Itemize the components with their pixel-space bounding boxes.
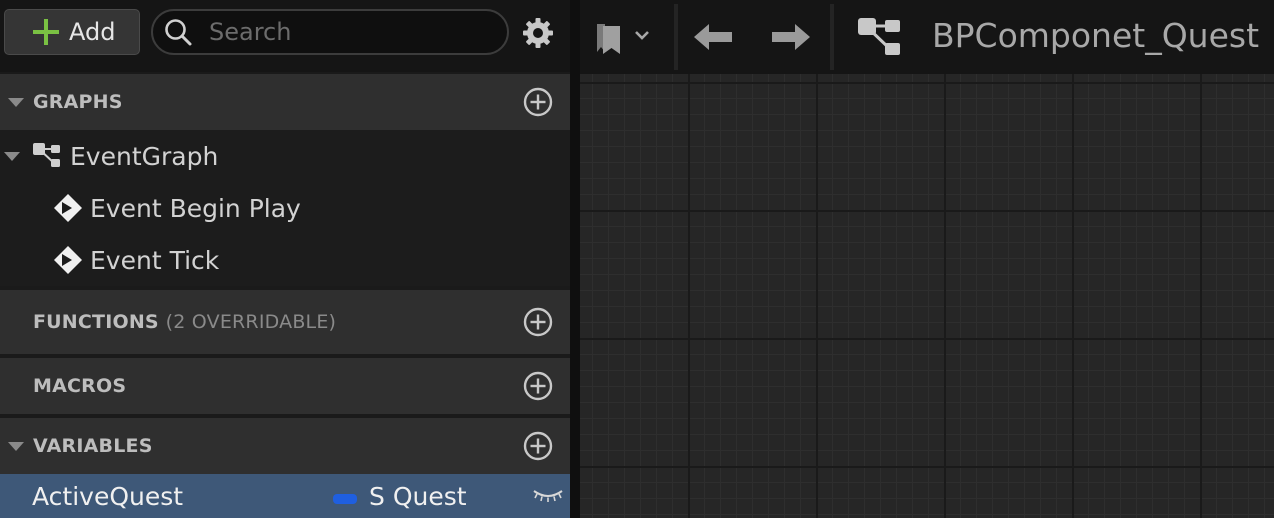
expand-arrow-icon[interactable]: [4, 152, 20, 161]
event-item-tick[interactable]: Event Tick: [0, 234, 570, 286]
forward-arrow-icon[interactable]: [770, 22, 812, 52]
eye-closed-icon[interactable]: [532, 488, 564, 504]
event-icon: [52, 192, 84, 224]
section-functions[interactable]: FUNCTIONS (2 OVERRIDABLE): [0, 290, 570, 354]
my-blueprint-panel: Add Search GRAPHS EventGraph Event Begin…: [0, 0, 570, 518]
add-button-label: Add: [69, 18, 116, 46]
plus-icon: [31, 17, 61, 47]
graph-tab-title[interactable]: BPComponet_Quest: [932, 16, 1259, 55]
search-input[interactable]: [207, 17, 491, 47]
event-item-begin-play[interactable]: Event Begin Play: [0, 182, 570, 234]
add-variable-icon[interactable]: [523, 431, 553, 461]
section-subtitle: (2 OVERRIDABLE): [165, 311, 337, 333]
section-title: FUNCTIONS (2 OVERRIDABLE): [33, 311, 336, 333]
struct-type-pill-icon: [333, 494, 357, 504]
add-macro-icon[interactable]: [523, 371, 553, 401]
variable-row-activequest[interactable]: ActiveQuest S Quest: [0, 474, 570, 518]
toolbar-separator: [830, 4, 834, 70]
section-title-text: FUNCTIONS: [33, 311, 159, 333]
section-variables[interactable]: VARIABLES: [0, 418, 570, 474]
blueprint-editor: Add Search GRAPHS EventGraph Event Begin…: [0, 0, 1274, 518]
section-title: GRAPHS: [33, 91, 123, 113]
graph-item-label: EventGraph: [70, 141, 219, 171]
graph-icon: [32, 142, 62, 170]
variable-name: ActiveQuest: [32, 481, 184, 511]
add-function-icon[interactable]: [523, 307, 553, 337]
search-box[interactable]: [151, 9, 509, 55]
section-title: VARIABLES: [33, 435, 153, 457]
back-arrow-icon[interactable]: [692, 22, 734, 52]
graph-toolbar: BPComponet_Quest: [580, 0, 1274, 74]
search-icon: [163, 17, 193, 47]
toolbar-separator: [674, 4, 678, 70]
event-item-label: Event Begin Play: [90, 193, 301, 223]
event-item-label: Event Tick: [90, 245, 220, 275]
panel-splitter[interactable]: [570, 0, 580, 518]
collapse-arrow-icon[interactable]: [8, 442, 24, 451]
section-graphs[interactable]: GRAPHS: [0, 74, 570, 130]
add-button[interactable]: Add: [4, 9, 140, 55]
collapse-arrow-icon[interactable]: [8, 98, 24, 107]
variable-type[interactable]: S Quest: [369, 482, 467, 511]
graph-icon: [856, 16, 902, 60]
gear-icon[interactable]: [522, 17, 554, 49]
section-title: MACROS: [33, 375, 127, 397]
bookmark-icon[interactable]: [594, 20, 656, 56]
event-icon: [52, 244, 84, 276]
section-macros[interactable]: MACROS: [0, 358, 570, 414]
panel-toolbar: Add: [0, 0, 570, 72]
graph-editor: BPComponet_Quest: [580, 0, 1274, 518]
graph-item-eventgraph[interactable]: EventGraph: [0, 130, 570, 182]
graph-canvas[interactable]: [580, 74, 1274, 518]
add-graph-icon[interactable]: [523, 87, 553, 117]
